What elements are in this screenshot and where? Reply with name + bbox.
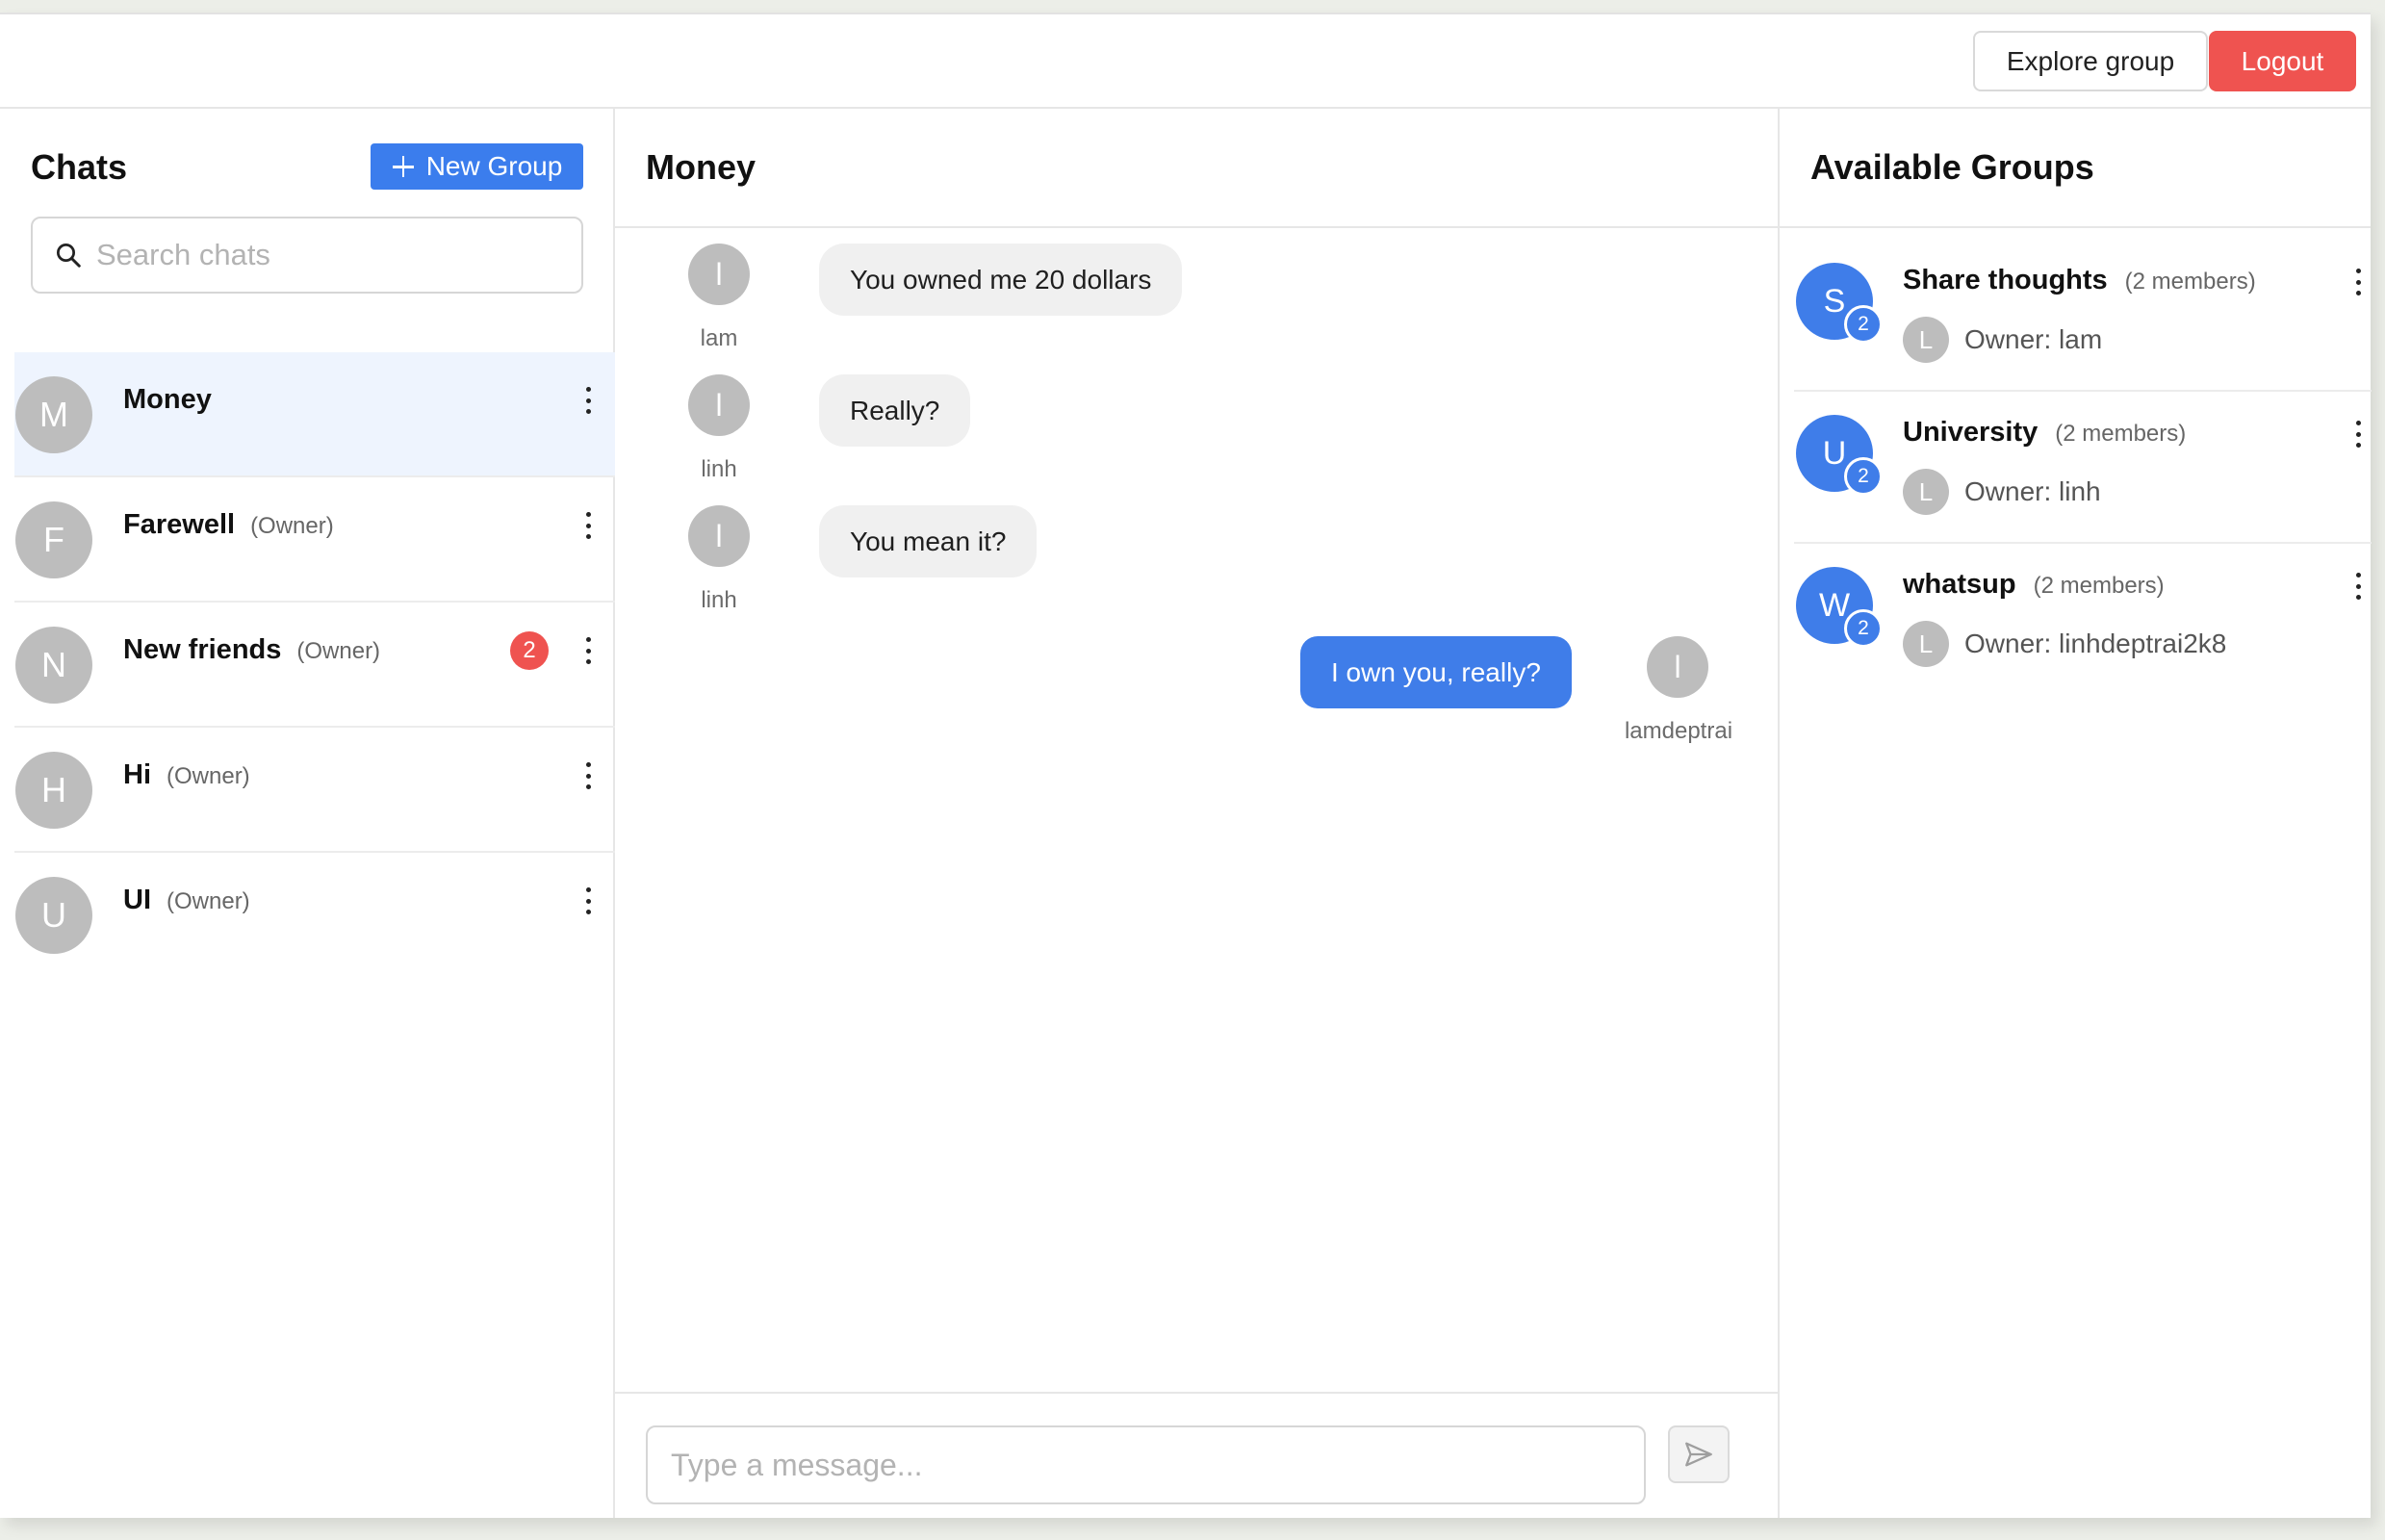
divider [1780, 226, 2371, 228]
more-options-icon[interactable] [2347, 415, 2370, 453]
chat-list: M Money F Farewell (Owner) N New friends… [14, 352, 615, 978]
send-icon [1685, 1442, 1712, 1467]
available-groups-panel: Available Groups S 2 Share thoughts (2 m… [1780, 109, 2372, 1518]
more-options-icon[interactable] [577, 757, 600, 795]
divider [615, 226, 1778, 228]
message-row: l linh You mean it? [615, 503, 1778, 629]
logout-button[interactable]: Logout [2209, 31, 2356, 91]
owner-tag: (Owner) [167, 888, 250, 914]
more-options-icon[interactable] [577, 882, 600, 920]
more-options-icon[interactable] [2347, 263, 2370, 301]
more-options-icon[interactable] [2347, 567, 2370, 605]
owner-label: Owner: linhdeptrai2k8 [1964, 629, 2227, 658]
sender-avatar: l [1647, 636, 1708, 698]
app-window: Explore group Logout Chats New Group M M… [0, 13, 2372, 1518]
search-input[interactable] [96, 238, 558, 272]
group-name: Share thoughts [1903, 265, 2108, 295]
owner-avatar: L [1903, 469, 1949, 515]
group-item-whatsup[interactable]: W 2 whatsup (2 members) L Owner: linhdep… [1794, 544, 2372, 696]
avatar: U [15, 877, 92, 954]
top-bar: Explore group Logout [0, 14, 2371, 109]
group-item-share-thoughts[interactable]: S 2 Share thoughts (2 members) L Owner: … [1794, 240, 2372, 392]
sender-name: lamdeptrai [1624, 718, 1733, 744]
chats-title: Chats [31, 147, 128, 187]
explore-group-button[interactable]: Explore group [1973, 31, 2208, 91]
chat-name: New friends [123, 634, 282, 665]
owner-label: Owner: lam [1964, 324, 2103, 354]
chat-name: UI [123, 885, 151, 915]
chat-item-money[interactable]: M Money [14, 352, 615, 477]
sender-avatar: l [688, 374, 750, 436]
message-bubble: Really? [819, 374, 971, 447]
member-count: (2 members) [2033, 573, 2165, 599]
avatar: N [15, 627, 92, 704]
group-item-university[interactable]: U 2 University (2 members) L Owner: linh [1794, 392, 2372, 544]
member-count-badge: 2 [1844, 457, 1883, 496]
search-box [31, 217, 583, 294]
divider [615, 1392, 1778, 1394]
message-bubble: I own you, really? [1300, 636, 1572, 708]
message-bubble: You mean it? [819, 505, 1038, 578]
sender-name: linh [701, 587, 737, 613]
plus-icon [392, 155, 415, 178]
owner-tag: (Owner) [167, 763, 250, 789]
send-button[interactable] [1668, 1425, 1730, 1483]
new-group-label: New Group [425, 151, 563, 181]
chat-name: Farewell [123, 509, 236, 540]
sender-name: lam [700, 325, 738, 351]
member-count-badge: 2 [1844, 305, 1883, 344]
avatar: F [15, 501, 92, 578]
sender-name: linh [701, 456, 737, 482]
search-icon [57, 244, 81, 268]
owner-tag: (Owner) [296, 638, 381, 664]
sender-avatar: l [688, 244, 750, 305]
message-row: l lam You owned me 20 dollars [615, 242, 1778, 367]
avatar: H [15, 752, 92, 829]
chat-item-farewell[interactable]: F Farewell (Owner) [14, 477, 615, 603]
more-options-icon[interactable] [577, 381, 600, 420]
unread-badge: 2 [510, 631, 549, 670]
owner-avatar: L [1903, 317, 1949, 363]
owner-label: Owner: linh [1964, 476, 2101, 506]
group-name: University [1903, 417, 2039, 448]
message-row: l linh Really? [615, 372, 1778, 498]
available-groups-title: Available Groups [1810, 147, 2094, 187]
owner-avatar: L [1903, 621, 1949, 667]
new-group-button[interactable]: New Group [371, 143, 583, 190]
more-options-icon[interactable] [577, 631, 600, 670]
conversation-title: Money [646, 147, 757, 187]
message-bubble: You owned me 20 dollars [819, 244, 1183, 316]
owner-tag: (Owner) [250, 513, 334, 539]
chat-item-new-friends[interactable]: N New friends (Owner) 2 [14, 603, 615, 728]
message-input[interactable] [646, 1425, 1646, 1504]
chat-item-hi[interactable]: H Hi (Owner) [14, 728, 615, 853]
member-count: (2 members) [2055, 421, 2187, 447]
group-name: whatsup [1903, 569, 2016, 600]
avatar: M [15, 376, 92, 453]
chat-name: Money [123, 384, 212, 415]
chat-name: Hi [123, 759, 151, 790]
more-options-icon[interactable] [577, 506, 600, 545]
member-count: (2 members) [2124, 269, 2256, 295]
conversation-panel: Money l lam You owned me 20 dollars l li… [615, 109, 1780, 1518]
chats-sidebar: Chats New Group M Money F Farewell (Own [0, 109, 615, 1518]
message-row: I own you, really? l lamdeptrai [615, 634, 1778, 759]
chat-item-ui[interactable]: U UI (Owner) [14, 853, 615, 978]
member-count-badge: 2 [1844, 609, 1883, 648]
sender-avatar: l [688, 505, 750, 567]
